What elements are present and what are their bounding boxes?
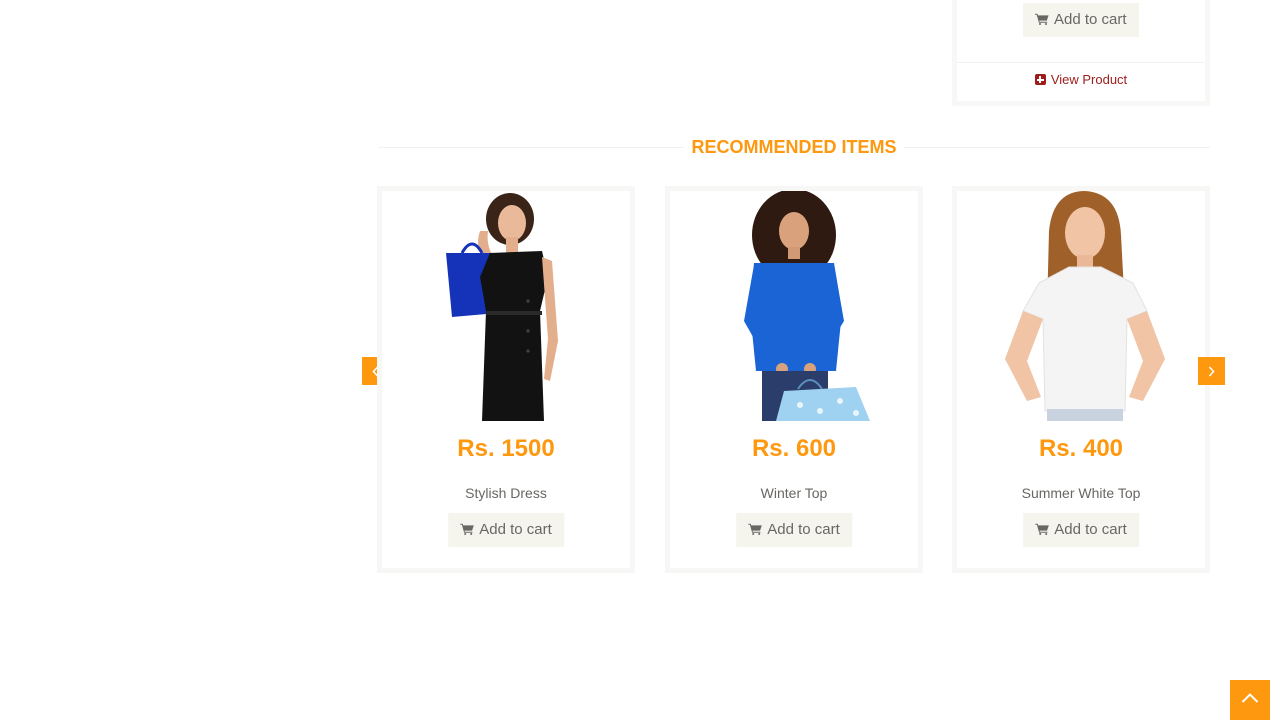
product-card: Rs. 1500 Stylish Dress Add to cart	[377, 186, 635, 573]
scroll-to-top-button[interactable]	[1230, 680, 1270, 720]
product-name: Summer White Top	[1021, 485, 1141, 501]
chevron-up-icon	[1241, 693, 1259, 703]
add-to-cart-label: Add to cart	[1054, 521, 1127, 538]
shopping-cart-icon	[748, 523, 762, 535]
product-price: Rs. 600	[751, 435, 837, 462]
section-title: RECOMMENDED ITEMS	[683, 136, 905, 158]
view-product-label: View Product	[1050, 72, 1128, 87]
carousel-next-button[interactable]	[1198, 357, 1225, 385]
product-card-partial: Add to cart View Product	[952, 0, 1210, 106]
product-name: Stylish Dress	[465, 485, 547, 501]
add-to-cart-label: Add to cart	[767, 521, 840, 538]
card-divider	[957, 62, 1205, 63]
plus-square-icon	[1034, 74, 1046, 85]
view-product-link[interactable]: View Product	[957, 72, 1205, 87]
shopping-cart-icon	[1035, 523, 1049, 535]
add-to-cart-label: Add to cart	[479, 521, 552, 538]
chevron-right-icon	[1208, 366, 1215, 377]
product-card: Rs. 400 Summer White Top Add to cart	[952, 186, 1210, 573]
add-to-cart-button[interactable]: Add to cart	[448, 513, 564, 547]
product-image[interactable]	[957, 191, 1205, 421]
product-price: Rs. 1500	[457, 435, 555, 462]
product-image[interactable]	[382, 191, 630, 421]
product-card: Rs. 600 Winter Top Add to cart	[665, 186, 923, 573]
add-to-cart-button[interactable]: Add to cart	[1023, 3, 1139, 37]
shopping-cart-icon	[460, 523, 474, 535]
product-name: Winter Top	[760, 485, 828, 501]
add-to-cart-button[interactable]: Add to cart	[1023, 513, 1139, 547]
product-image[interactable]	[670, 191, 918, 421]
add-to-cart-button[interactable]: Add to cart	[736, 513, 852, 547]
add-to-cart-label: Add to cart	[1054, 11, 1127, 28]
page: Add to cart View Product RECOMMENDED ITE…	[0, 0, 1280, 720]
recommended-items-heading: RECOMMENDED ITEMS	[378, 136, 1210, 158]
shopping-cart-icon	[1035, 13, 1049, 25]
product-price: Rs. 400	[1038, 435, 1124, 462]
